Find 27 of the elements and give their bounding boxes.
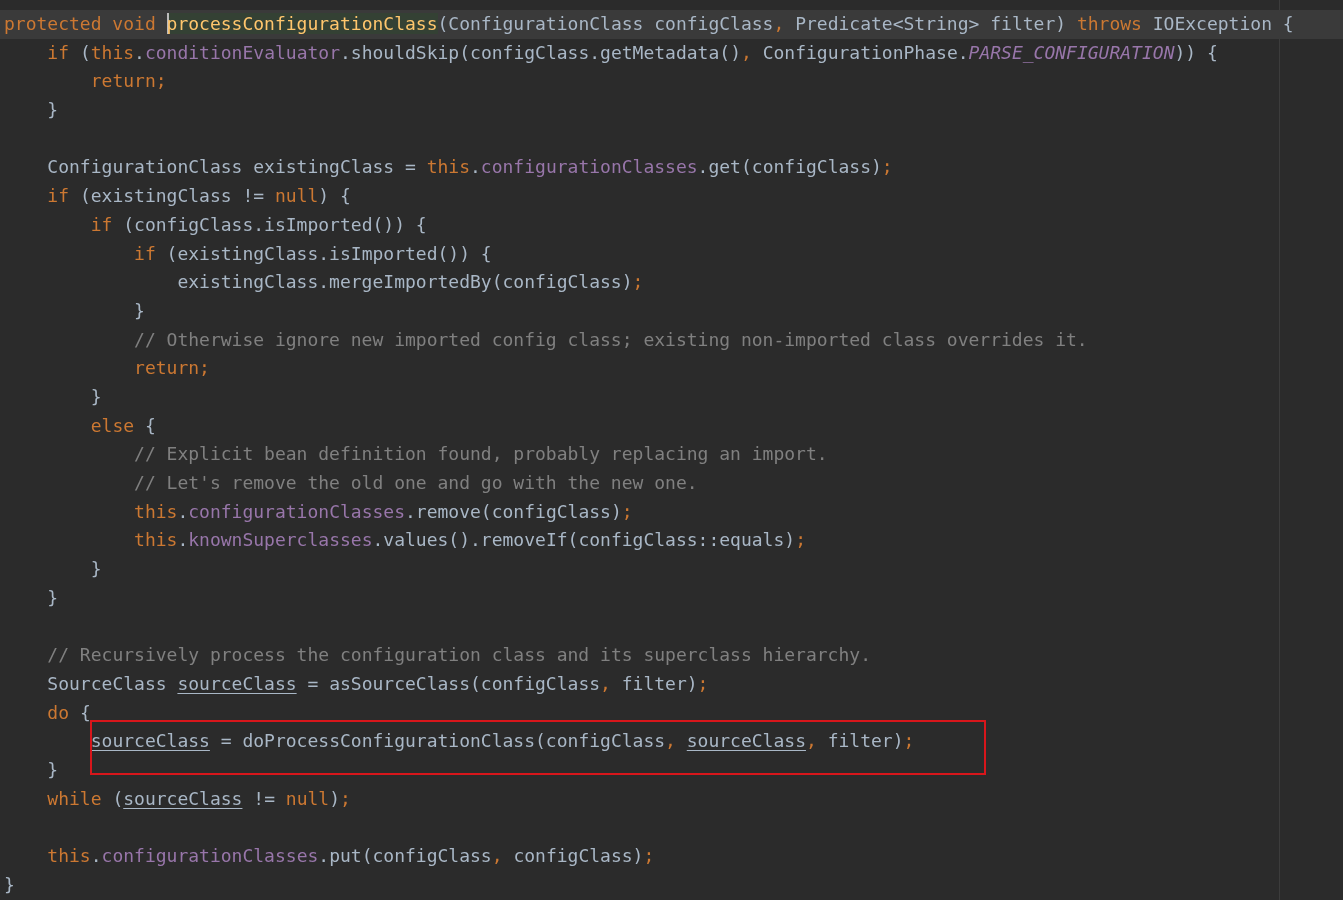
code-line: SourceClass sourceClass = asSourceClass(configClass, filter); xyxy=(46,672,709,694)
code-line: if (this.conditionEvaluator.shouldSkip(configClass.getMetadata(), ConfigurationPhase.PARSE_CONFIGURATION)) { xyxy=(46,41,1218,63)
code-line: return; xyxy=(133,357,210,379)
code-line: // Otherwise ignore new imported config class; existing non-imported class overrides it. xyxy=(133,328,1088,350)
code-line: } xyxy=(89,385,102,407)
code-line: } xyxy=(4,873,15,895)
code-line: while (sourceClass != null); xyxy=(46,787,351,809)
code-line: sourceClass = doProcessConfigurationClass(configClass, sourceClass, filter); xyxy=(89,730,915,752)
code-line: // Explicit bean definition found, probably replacing an import. xyxy=(133,443,828,465)
code-line: if (configClass.isImported()) { xyxy=(89,213,427,235)
code-line: } xyxy=(133,299,145,321)
code-line: } xyxy=(89,558,102,580)
code-line: if (existingClass != null) { xyxy=(46,185,351,207)
code-line: return; xyxy=(89,70,167,92)
code-line: this.knownSuperclasses.values().removeIf(configClass::equals); xyxy=(133,529,806,551)
code-line: this.configurationClasses.remove(configClass); xyxy=(133,500,633,522)
code-line: } xyxy=(46,99,59,121)
code-line: this.configurationClasses.put(configClass, configClass); xyxy=(46,844,655,866)
code-line: ConfigurationClass existingClass = this.configurationClasses.get(configClass); xyxy=(46,156,893,178)
code-line: do { xyxy=(46,701,91,723)
code-line: existingClass.mergeImportedBy(configClass); xyxy=(176,271,644,293)
code-line: } xyxy=(46,586,59,608)
code-line: if (existingClass.isImported()) { xyxy=(133,242,492,264)
code-line: } xyxy=(46,758,59,780)
code-line: // Let's remove the old one and go with the new one. xyxy=(133,472,698,493)
code-line: // Recursively process the configuration class and its superclass hierarchy. xyxy=(46,644,871,666)
code-line: else { xyxy=(89,414,156,436)
